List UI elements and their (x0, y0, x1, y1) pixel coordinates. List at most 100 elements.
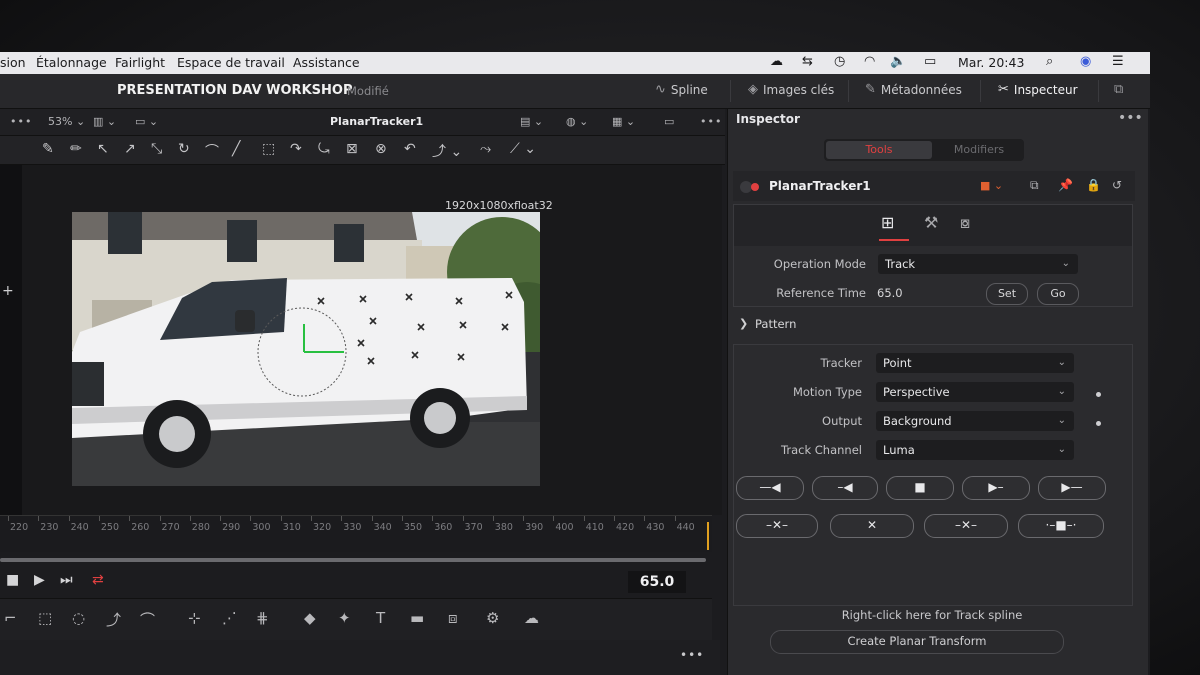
pattern-section-header[interactable]: ❯ Pattern (733, 312, 1131, 338)
menubar-clock[interactable]: Mar. 20:43 (958, 55, 1024, 70)
pencil-icon[interactable]: ✏ (70, 141, 82, 157)
tool-merge-icon[interactable]: ⧈ (448, 609, 458, 627)
brush-icon[interactable]: ✎ (42, 141, 54, 157)
menu-item-assistance[interactable]: Assistance (293, 55, 360, 70)
output-dropdown[interactable]: Background ⌄ (876, 411, 1074, 431)
more-tools-icon[interactable]: ⟋ ⌄ (510, 141, 536, 157)
playhead[interactable] (707, 522, 709, 550)
node-enable-icon[interactable] (751, 183, 759, 191)
view-options-dropdown[interactable]: ▭ ⌄ (135, 115, 158, 128)
tool-3d-icon[interactable]: ⚙ (486, 609, 499, 627)
menu-item-edit[interactable]: sion (0, 55, 26, 70)
keyframes-button[interactable]: ◈ Images clés (748, 82, 834, 97)
go-button[interactable]: Go (1037, 283, 1079, 305)
delete-track-to-end-button[interactable]: –✕– (924, 514, 1008, 538)
pointer-icon[interactable]: ↖ (97, 141, 109, 157)
tool-bspline-icon[interactable]: ⤴ (106, 609, 121, 630)
tool-paint-icon[interactable]: ◆ (304, 609, 316, 627)
track-forward-button[interactable]: ▶– (962, 476, 1030, 500)
transform-box-icon[interactable]: ⊠ (346, 141, 358, 157)
color-channel-icon[interactable]: ◍ ⌄ (566, 115, 588, 128)
video-frame[interactable] (72, 212, 540, 486)
viewer-menu-dots-icon[interactable]: ••• (10, 115, 32, 128)
smooth-icon[interactable]: ⤳ (480, 141, 491, 157)
track-spline-hint[interactable]: Right-click here for Track spline (733, 608, 1131, 622)
curve-icon[interactable]: ⌒ (205, 141, 219, 161)
tab-tools[interactable]: Tools (826, 141, 932, 159)
loop-icon[interactable]: ⇄ (92, 572, 104, 588)
tab-modifiers[interactable]: Modifiers (936, 141, 1022, 159)
delete-track-to-start-button[interactable]: –✕– (736, 514, 818, 538)
tool-renderer-icon[interactable]: ☁ (524, 609, 539, 627)
stop-icon[interactable]: ■ (6, 572, 19, 588)
lock-icon[interactable]: 🔒 (1086, 178, 1101, 192)
rotate-icon[interactable]: ↻ (178, 141, 190, 157)
drag-icon[interactable]: ⤡ (151, 141, 162, 157)
add-icon[interactable]: + (2, 283, 14, 299)
path-icon[interactable]: ⤿ (318, 141, 330, 157)
fullscreen-icon[interactable]: ⧉ (1114, 82, 1123, 97)
wifi-icon[interactable]: ◠ (864, 54, 875, 69)
tool-particles-icon[interactable]: ✦ (338, 609, 351, 627)
tool-polyline-icon[interactable]: ⌐ (4, 609, 17, 627)
grid-icon[interactable]: ▦ ⌄ (612, 115, 635, 128)
motion-type-dropdown[interactable]: Perspective ⌄ (876, 382, 1074, 402)
menu-item-fairlight[interactable]: Fairlight (115, 55, 165, 70)
siri-icon[interactable]: ◉ (1080, 54, 1091, 69)
timeline-ruler[interactable]: 220 230 240 250 260 270 280 290 300 310 320 330 340 3… (0, 515, 712, 552)
set-button[interactable]: Set (986, 283, 1028, 305)
menu-item-workspace[interactable]: Espace de travail (177, 55, 285, 70)
node-color-dropdown[interactable]: ■ ⌄ (980, 179, 1003, 192)
scrub-bar[interactable] (0, 558, 706, 562)
operation-mode-dropdown[interactable]: Track ⌄ (878, 254, 1078, 274)
track-channel-dropdown[interactable]: Luma ⌄ (876, 440, 1074, 460)
sync-icon[interactable]: ⇆ (802, 54, 813, 69)
line-icon[interactable]: ╱ (232, 141, 240, 157)
set-track-frame-button[interactable]: ·–■–· (1018, 514, 1104, 538)
clock-status-icon[interactable]: ◷ (834, 54, 845, 69)
pin-icon[interactable]: 📌 (1058, 178, 1073, 192)
tool-text-icon[interactable]: T (376, 609, 385, 627)
tool-planar-icon[interactable]: ⋰ (222, 609, 237, 627)
safe-area-icon[interactable]: ▭ (664, 115, 674, 128)
controls-page-icon[interactable]: ⊞ (881, 213, 894, 232)
tool-tracker-icon[interactable]: ⊹ (188, 609, 201, 627)
inspector-options-icon[interactable]: ••• (1118, 110, 1143, 126)
spotlight-search-icon[interactable]: ⌕ (1046, 54, 1053, 69)
track-to-start-button[interactable]: —◀ (736, 476, 804, 500)
create-planar-transform-button[interactable]: Create Planar Transform (770, 630, 1064, 654)
spline-button[interactable]: ∿ Spline (655, 82, 708, 97)
redo-icon[interactable]: ↷ (290, 141, 302, 157)
tool-rectangle-icon[interactable]: ⬚ (38, 609, 52, 627)
inspector-button[interactable]: ✂ Inspecteur (998, 82, 1078, 97)
notification-center-icon[interactable]: ☰ (1112, 54, 1124, 69)
timecode-field[interactable]: 65.0 (628, 571, 686, 593)
channel-dropdown[interactable]: ▤ ⌄ (520, 115, 543, 128)
version-icon[interactable]: ⧉ (1030, 178, 1039, 193)
zoom-dropdown[interactable]: 53% ⌄ (48, 115, 85, 128)
spline-tool-icon[interactable]: ⤴ ⌄ (432, 141, 462, 161)
track-to-end-button[interactable]: ▶— (1038, 476, 1106, 500)
settings-page-icon[interactable]: ⚒ (924, 213, 938, 232)
battery-icon[interactable]: ▭ (924, 54, 936, 69)
play-icon[interactable]: ▶ (34, 572, 45, 588)
creative-cloud-icon[interactable]: ☁ (770, 54, 783, 69)
options-page-icon[interactable]: ⧇ (960, 213, 970, 233)
delete-track-button[interactable]: ✕ (830, 514, 914, 538)
viewer-options-dots-icon[interactable]: ••• (700, 115, 722, 128)
view-layout-dropdown[interactable]: ▥ ⌄ (93, 115, 116, 128)
select-icon[interactable]: ↗ (124, 141, 136, 157)
volume-icon[interactable]: 🔈 (890, 54, 906, 69)
crop-icon[interactable]: ⬚ (262, 141, 275, 157)
tool-grid-warp-icon[interactable]: ⋕ (256, 609, 269, 627)
motion-type-keyframe-icon[interactable] (1096, 392, 1101, 397)
stop-tracking-button[interactable]: ■ (886, 476, 954, 500)
tracker-dropdown[interactable]: Point ⌄ (876, 353, 1074, 373)
reference-time-value[interactable]: 65.0 (877, 286, 903, 300)
menu-item-etalonnage[interactable]: Étalonnage (36, 55, 107, 70)
bottom-menu-dots-icon[interactable]: ••• (680, 648, 704, 662)
output-keyframe-icon[interactable] (1096, 421, 1101, 426)
track-backward-button[interactable]: –◀ (812, 476, 878, 500)
metadata-button[interactable]: ✎ Métadonnées (865, 82, 962, 97)
delete-point-icon[interactable]: ⊗ (375, 141, 387, 157)
